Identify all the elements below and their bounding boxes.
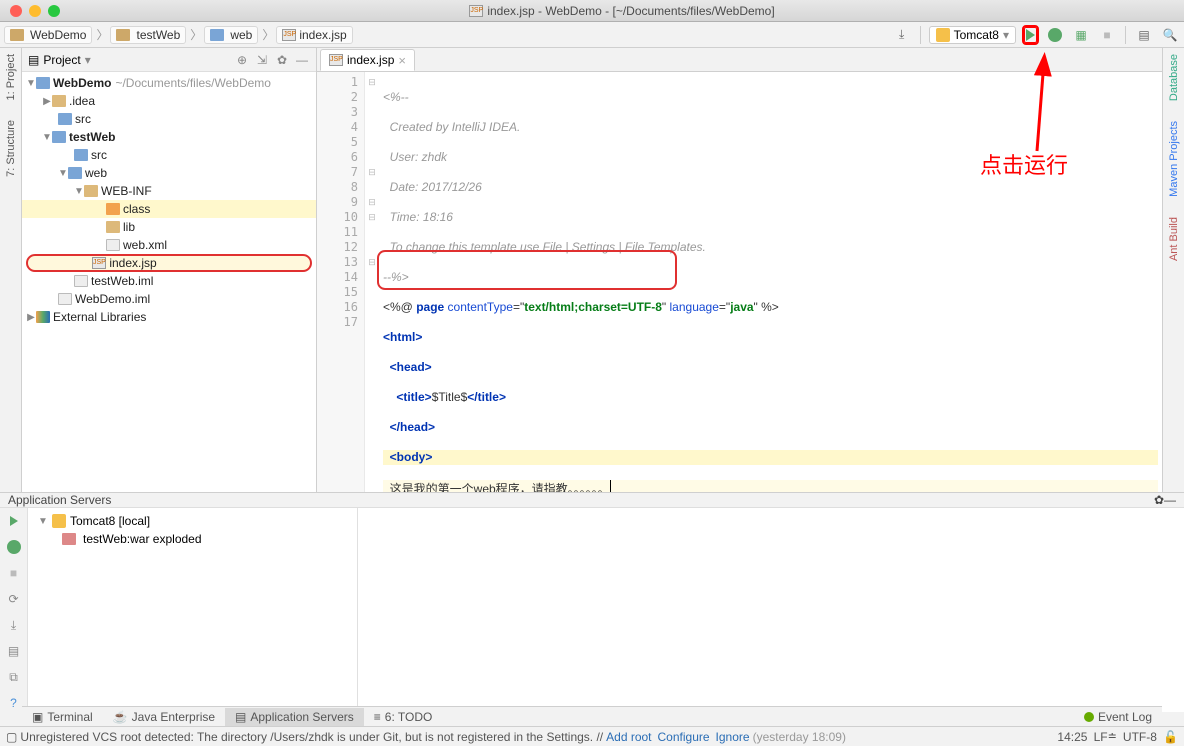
- servers-hide-icon[interactable]: ―: [1164, 493, 1176, 507]
- tool-project[interactable]: 1: Project: [5, 54, 17, 100]
- tree-src2[interactable]: src: [22, 146, 316, 164]
- servers-run-button[interactable]: [5, 512, 23, 530]
- debug-button[interactable]: [1045, 25, 1065, 45]
- app-servers-title: Application Servers: [8, 493, 111, 507]
- annotation-text: 点击运行: [980, 148, 1068, 180]
- collapse-all-icon[interactable]: ⇲: [254, 52, 270, 68]
- tree-lib[interactable]: lib: [22, 218, 316, 236]
- servers-help-button[interactable]: ?: [5, 694, 23, 712]
- breadcrumb-indexjsp[interactable]: JSPindex.jsp: [276, 26, 352, 44]
- status-add-root[interactable]: Add root: [606, 730, 651, 744]
- servers-tree[interactable]: ▼Tomcat8 [local] testWeb:war exploded: [28, 508, 358, 712]
- line-separator[interactable]: LF: [1094, 730, 1108, 744]
- tab-app-servers[interactable]: ▤ Application Servers: [225, 708, 364, 726]
- tree-idea[interactable]: ▶.idea: [22, 92, 316, 110]
- tree-root[interactable]: ▼WebDemo~/Documents/files/WebDemo: [22, 74, 316, 92]
- status-ignore[interactable]: Ignore: [716, 730, 750, 744]
- cursor-position[interactable]: 14:25: [1057, 730, 1087, 744]
- stop-button[interactable]: ■: [1097, 25, 1117, 45]
- tree-class[interactable]: class: [22, 200, 316, 218]
- bottom-tool-tabs: ▣ Terminal ☕ Java Enterprise ▤ Applicati…: [22, 706, 1162, 726]
- tree-src[interactable]: src: [22, 110, 316, 128]
- breadcrumb-web[interactable]: web: [204, 26, 258, 44]
- servers-update-button[interactable]: ⤓: [5, 616, 23, 634]
- server-tomcat8[interactable]: ▼Tomcat8 [local]: [32, 512, 353, 530]
- servers-output: [358, 508, 1184, 712]
- tab-terminal[interactable]: ▣ Terminal: [22, 708, 103, 726]
- servers-artifact-button[interactable]: ▤: [5, 642, 23, 660]
- status-timestamp: (yesterday 18:09): [753, 730, 846, 744]
- layout-button[interactable]: ▤: [1134, 25, 1154, 45]
- build-icon[interactable]: ⤓: [892, 25, 912, 45]
- tree-external-libs[interactable]: ▶External Libraries: [22, 308, 316, 326]
- jsp-file-icon: JSP: [469, 5, 483, 17]
- tree-testweb-iml[interactable]: testWeb.iml: [22, 272, 316, 290]
- project-panel-title: Project: [43, 53, 80, 67]
- autoscroll-icon[interactable]: ⊕: [234, 52, 250, 68]
- server-artifact[interactable]: testWeb:war exploded: [32, 530, 353, 548]
- nav-breadcrumb-bar: WebDemo 〉 testWeb 〉 web 〉 JSPindex.jsp ⤓…: [0, 22, 1184, 48]
- servers-filter-button[interactable]: ⧉: [5, 668, 23, 686]
- status-configure[interactable]: Configure: [658, 730, 710, 744]
- zoom-window-icon[interactable]: [48, 5, 60, 17]
- tab-indexjsp[interactable]: JSPindex.jsp×: [320, 49, 415, 71]
- close-window-icon[interactable]: [10, 5, 22, 17]
- servers-settings-icon[interactable]: ✿: [1154, 493, 1164, 507]
- annotation-code-box: [377, 250, 677, 290]
- tool-maven[interactable]: Maven Projects: [1168, 121, 1180, 197]
- tab-java-enterprise[interactable]: ☕ Java Enterprise: [103, 708, 225, 726]
- file-encoding[interactable]: UTF-8: [1123, 730, 1157, 744]
- servers-toolbar: ■ ⟳ ⤓ ▤ ⧉ ?: [0, 508, 28, 712]
- servers-stop-button[interactable]: ■: [5, 564, 23, 582]
- tree-webdemo-iml[interactable]: WebDemo.iml: [22, 290, 316, 308]
- tree-web[interactable]: ▼web: [22, 164, 316, 182]
- run-button[interactable]: [1022, 25, 1039, 45]
- search-everywhere-icon[interactable]: 🔍: [1160, 25, 1180, 45]
- tree-indexjsp-selected[interactable]: JSP index.jsp: [26, 254, 312, 272]
- close-tab-icon[interactable]: ×: [398, 53, 406, 68]
- servers-debug-button[interactable]: [5, 538, 23, 556]
- settings-icon[interactable]: ✿: [274, 52, 290, 68]
- project-panel-header: ▤ Project ▾ ⊕ ⇲ ✿ ―: [22, 48, 316, 72]
- tab-todo[interactable]: ≡ 6: TODO: [364, 708, 443, 726]
- app-servers-header: Application Servers ✿ ―: [0, 492, 1184, 508]
- bug-icon: [1048, 28, 1062, 42]
- hide-panel-icon[interactable]: ―: [294, 52, 310, 68]
- tool-database[interactable]: Database: [1168, 54, 1180, 101]
- tomcat-icon: [52, 514, 66, 528]
- run-config-selector[interactable]: Tomcat8 ▾: [929, 26, 1016, 44]
- status-bar: ▢ Unregistered VCS root detected: The di…: [0, 726, 1184, 746]
- readonly-lock-icon[interactable]: 🔓: [1163, 730, 1178, 744]
- play-icon: [1026, 29, 1035, 41]
- breadcrumb-webdemo[interactable]: WebDemo: [4, 26, 92, 44]
- tree-webinf[interactable]: ▼WEB-INF: [22, 182, 316, 200]
- tomcat-icon: [936, 28, 950, 42]
- tool-ant[interactable]: Ant Build: [1168, 217, 1180, 261]
- titlebar: JSP index.jsp - WebDemo - [~/Documents/f…: [0, 0, 1184, 22]
- annotation-arrow: [1022, 56, 1062, 159]
- breadcrumb-testweb[interactable]: testWeb: [110, 26, 186, 44]
- window-title: JSP index.jsp - WebDemo - [~/Documents/f…: [60, 4, 1184, 18]
- tree-testweb[interactable]: ▼testWeb: [22, 128, 316, 146]
- status-icon[interactable]: ▢: [6, 730, 17, 744]
- tree-webxml[interactable]: web.xml: [22, 236, 316, 254]
- servers-deploy-button[interactable]: ⟳: [5, 590, 23, 608]
- coverage-button[interactable]: ▦: [1071, 25, 1091, 45]
- tab-event-log[interactable]: Event Log: [1074, 708, 1162, 726]
- jsp-file-icon: JSP: [92, 257, 106, 269]
- status-message: Unregistered VCS root detected: The dire…: [20, 730, 603, 744]
- minimize-window-icon[interactable]: [29, 5, 41, 17]
- tool-structure[interactable]: 7: Structure: [5, 120, 17, 177]
- project-panel-icon: ▤: [28, 53, 39, 67]
